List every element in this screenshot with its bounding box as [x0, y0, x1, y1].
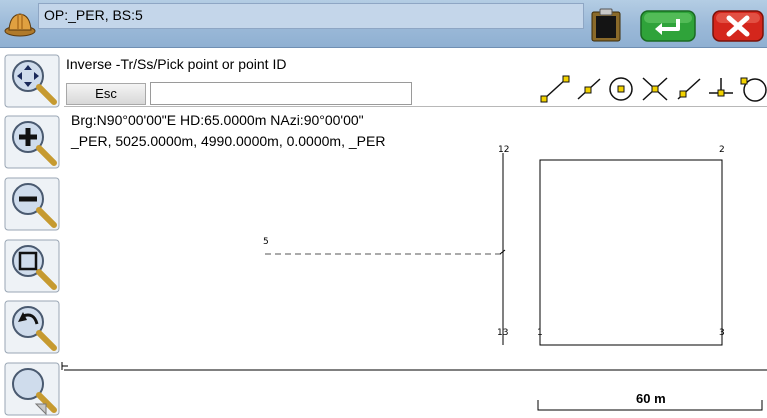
inverse-result-panel: Brg:N90°00'00"E HD:65.0000m NAzi:90°00'0…: [64, 106, 767, 152]
command-prompt: Inverse -Tr/Ss/Pick point or point ID: [66, 56, 287, 72]
esc-button[interactable]: Esc: [66, 83, 146, 105]
point-label-2: 2: [719, 145, 725, 155]
zoom-out-magnifier-icon[interactable]: [4, 177, 60, 231]
perpendicular-snap-icon[interactable]: [706, 75, 736, 103]
hard-hat-icon[interactable]: [4, 9, 36, 39]
scale-label: 60 m: [636, 391, 666, 406]
nearest-snap-icon[interactable]: [674, 75, 704, 103]
point-label-3: 3: [719, 328, 725, 338]
intersection-snap-icon[interactable]: [640, 75, 670, 103]
pan-magnifier-icon[interactable]: [4, 54, 60, 108]
window-title: OP:_PER, BS:5: [44, 7, 143, 23]
zoom-in-magnifier-icon[interactable]: [4, 115, 60, 169]
enter-icon[interactable]: [640, 10, 696, 42]
title-bar: OP:_PER, BS:5: [0, 0, 767, 48]
bearing-distance-readout: Brg:N90°00'00"E HD:65.0000m NAzi:90°00'0…: [71, 112, 364, 128]
clipboard-icon[interactable]: [590, 8, 622, 42]
endpoint-snap-icon[interactable]: [540, 75, 570, 103]
zoom-window-magnifier-icon[interactable]: [4, 239, 60, 293]
point-label-5: 5: [263, 237, 269, 247]
center-snap-icon[interactable]: [606, 75, 636, 103]
zoom-previous-magnifier-icon[interactable]: [4, 300, 60, 354]
tangent-snap-icon[interactable]: [737, 75, 767, 103]
point-label-12: 12: [498, 145, 510, 155]
close-icon[interactable]: [712, 10, 764, 42]
point-label-13: 13: [497, 328, 509, 338]
zoom-extents-magnifier-icon[interactable]: [4, 362, 60, 416]
point-coordinates-readout: _PER, 5025.0000m, 4990.0000m, 0.0000m, _…: [71, 133, 386, 149]
point-id-input[interactable]: [150, 82, 412, 105]
midpoint-snap-icon[interactable]: [574, 75, 604, 103]
point-label-1: 1: [537, 328, 543, 338]
drawing-canvas[interactable]: [64, 152, 767, 418]
